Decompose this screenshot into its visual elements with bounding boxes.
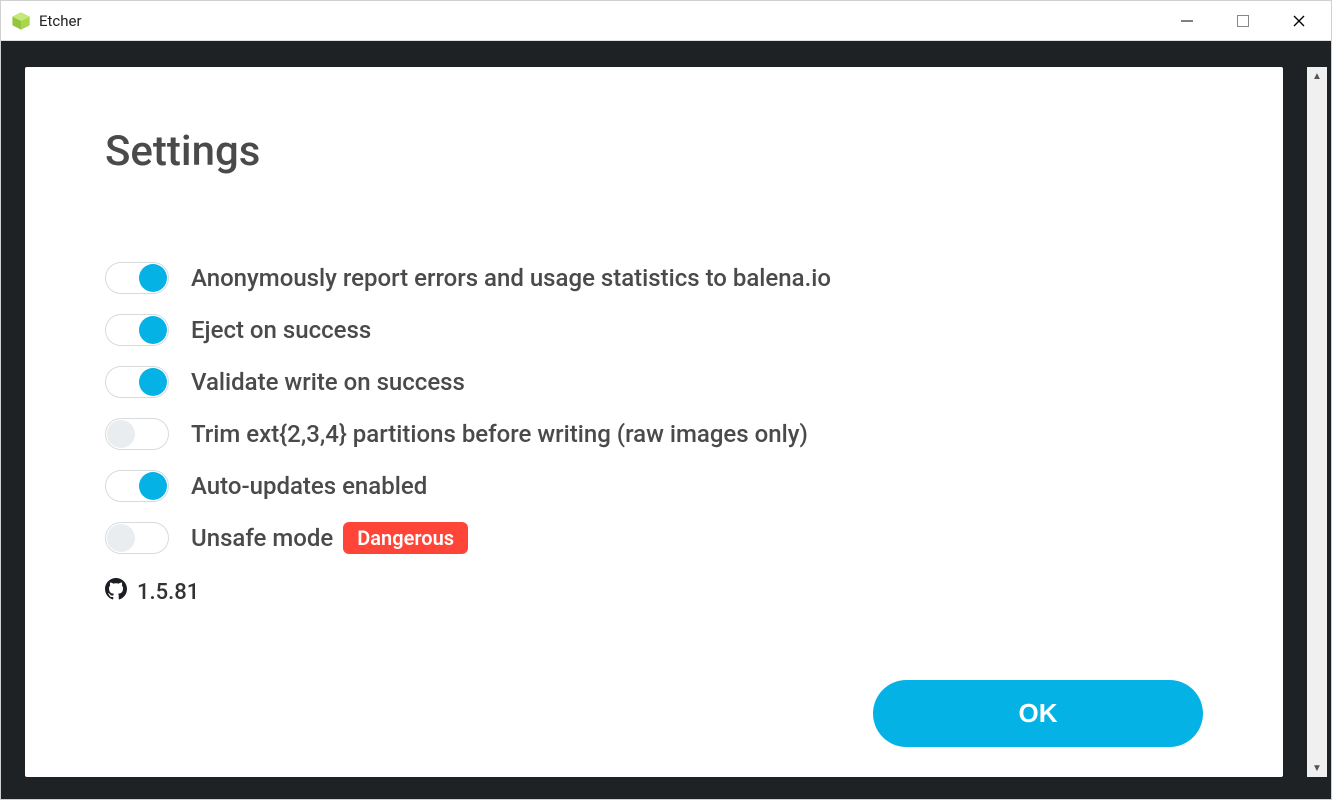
setting-validate-write: Validate write on success	[105, 366, 1203, 398]
setting-eject-on-success: Eject on success	[105, 314, 1203, 346]
toggle-knob	[139, 316, 167, 344]
setting-label: Anonymously report errors and usage stat…	[191, 264, 831, 292]
github-icon	[105, 578, 127, 606]
maximize-button[interactable]	[1215, 1, 1271, 41]
dangerous-badge: Dangerous	[343, 522, 468, 554]
setting-auto-updates: Auto-updates enabled	[105, 470, 1203, 502]
toggle-eject-on-success[interactable]	[105, 314, 169, 346]
scroll-up-arrow[interactable]: ▲	[1308, 67, 1326, 85]
settings-heading: Settings	[105, 127, 1203, 176]
maximize-icon	[1237, 15, 1249, 27]
toggle-unsafe-mode[interactable]	[105, 522, 169, 554]
version-text: 1.5.81	[137, 580, 199, 605]
settings-panel: Settings Anonymously report errors and u…	[25, 67, 1283, 777]
titlebar: Etcher	[1, 1, 1331, 41]
etcher-app-icon	[11, 11, 31, 31]
setting-label: Validate write on success	[191, 368, 465, 396]
setting-unsafe-mode: Unsafe mode Dangerous	[105, 522, 1203, 554]
minimize-button[interactable]	[1159, 1, 1215, 41]
close-button[interactable]	[1271, 1, 1327, 41]
window-title: Etcher	[39, 12, 82, 30]
setting-label: Auto-updates enabled	[191, 472, 427, 500]
setting-label: Trim ext{2,3,4} partitions before writin…	[191, 420, 808, 448]
toggle-knob	[139, 472, 167, 500]
ok-button[interactable]: OK	[873, 680, 1203, 747]
setting-label: Eject on success	[191, 316, 371, 344]
toggle-knob	[107, 420, 135, 448]
toggle-auto-updates[interactable]	[105, 470, 169, 502]
client-area: Settings Anonymously report errors and u…	[1, 41, 1331, 799]
settings-list: Anonymously report errors and usage stat…	[105, 262, 1203, 554]
setting-label-text: Unsafe mode	[191, 524, 333, 552]
scrollbar[interactable]: ▲ ▼	[1307, 67, 1327, 777]
toggle-knob	[107, 524, 135, 552]
scroll-down-arrow[interactable]: ▼	[1308, 759, 1326, 777]
window-controls	[1159, 1, 1327, 41]
version-row[interactable]: 1.5.81	[105, 578, 1203, 606]
toggle-validate-write[interactable]	[105, 366, 169, 398]
toggle-trim-ext[interactable]	[105, 418, 169, 450]
toggle-knob	[139, 368, 167, 396]
setting-trim-ext: Trim ext{2,3,4} partitions before writin…	[105, 418, 1203, 450]
setting-report-errors: Anonymously report errors and usage stat…	[105, 262, 1203, 294]
ok-row: OK	[105, 650, 1203, 747]
toggle-report-errors[interactable]	[105, 262, 169, 294]
etcher-window: Etcher Settings Anonymously report error…	[0, 0, 1332, 800]
setting-label: Unsafe mode Dangerous	[191, 522, 468, 554]
titlebar-left: Etcher	[5, 11, 82, 31]
toggle-knob	[139, 264, 167, 292]
